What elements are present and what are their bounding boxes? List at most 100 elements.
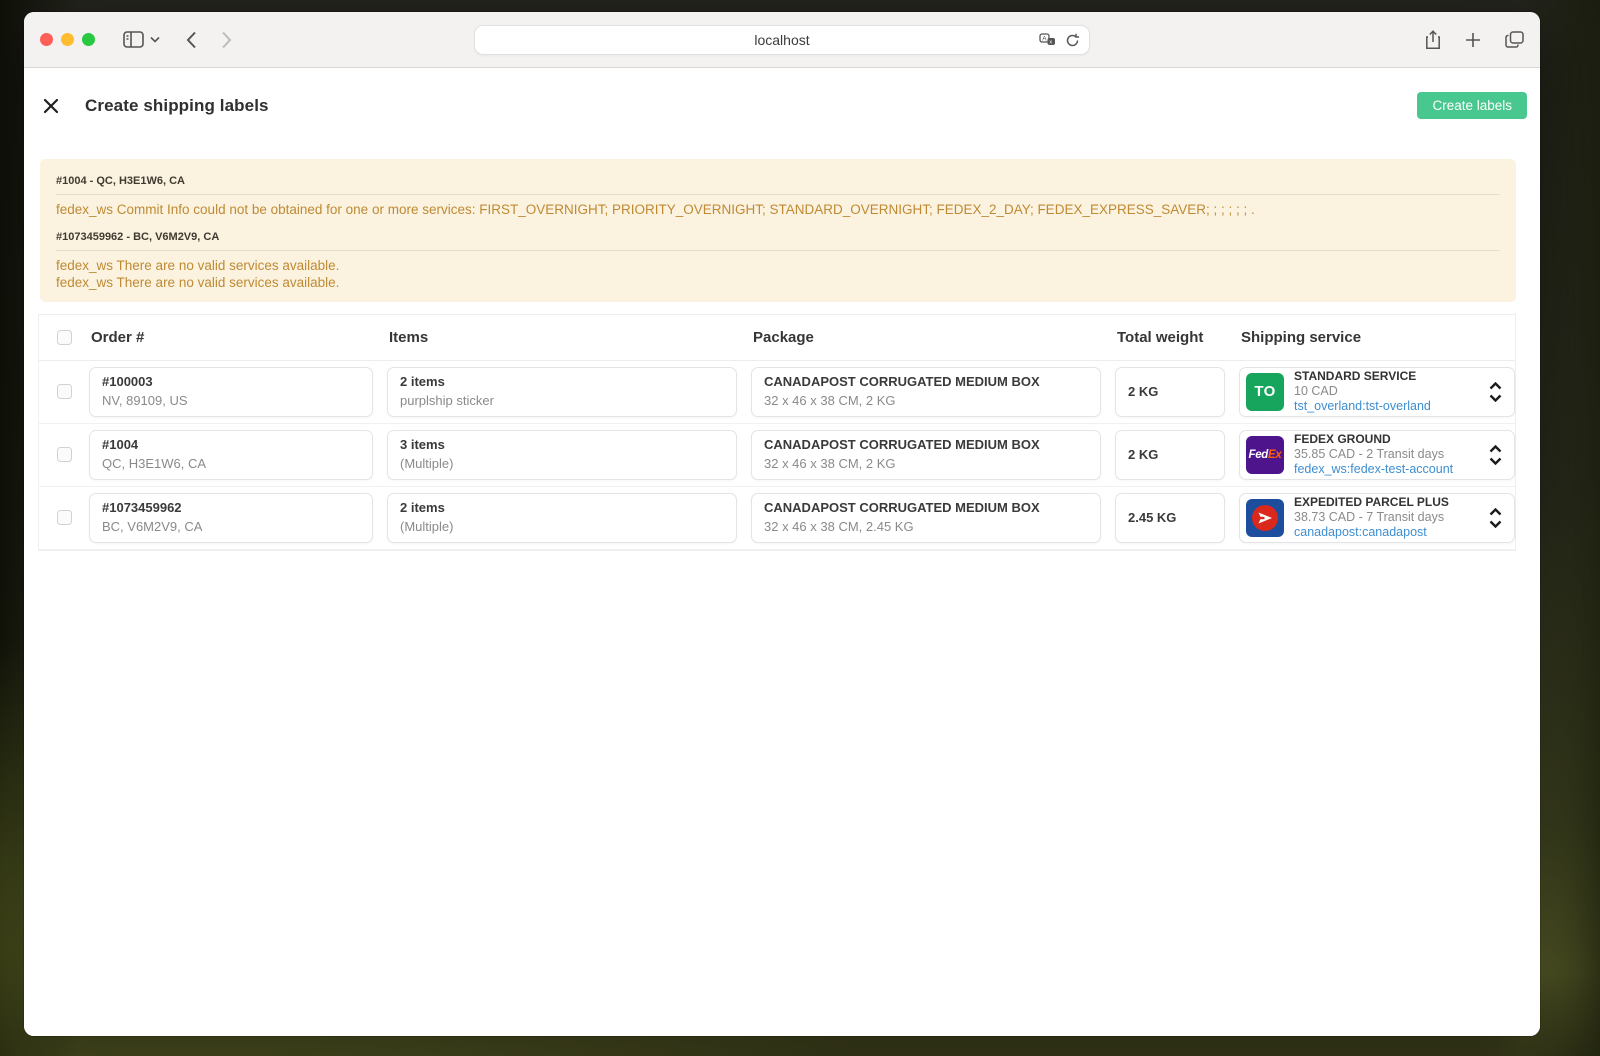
carrier-badge-text: TO <box>1254 383 1275 400</box>
forward-button[interactable] <box>221 31 232 49</box>
select-all-checkbox[interactable] <box>57 330 72 345</box>
table-header-row: Order # Items Package Total weight Shipp… <box>39 315 1515 361</box>
package-cell: CANADAPOST CORRUGATED MEDIUM BOX 32 x 46… <box>751 367 1101 417</box>
column-header-items: Items <box>387 329 751 346</box>
svg-text:A: A <box>1042 36 1047 43</box>
order-cell: #1073459962 BC, V6M2V9, CA <box>89 493 373 543</box>
sidebar-toggle-icon[interactable] <box>123 31 144 48</box>
canadapost-carrier-icon <box>1246 499 1284 537</box>
alert-message: fedex_ws There are no valid services ava… <box>56 258 1500 275</box>
alert-message: fedex_ws Commit Info could not be obtain… <box>56 202 1500 219</box>
total-weight-cell: 2 KG <box>1115 367 1225 417</box>
service-account-link[interactable]: canadapost:canadapost <box>1294 525 1449 541</box>
package-detail: 32 x 46 x 38 CM, 2 KG <box>764 392 1088 410</box>
service-account-link[interactable]: tst_overland:tst-overland <box>1294 399 1431 415</box>
package-name: CANADAPOST CORRUGATED MEDIUM BOX <box>764 373 1088 391</box>
browser-window: localhost A x <box>24 12 1540 1036</box>
items-detail: (Multiple) <box>400 455 724 473</box>
total-weight-value: 2 KG <box>1128 446 1158 464</box>
shipping-service-cell: EXPEDITED PARCEL PLUS 38.73 CAD - 7 Tran… <box>1239 493 1515 543</box>
tst-overland-carrier-icon: TO <box>1246 373 1284 411</box>
total-weight-value: 2 KG <box>1128 383 1158 401</box>
row-checkbox[interactable] <box>57 510 72 525</box>
tab-overview-icon[interactable] <box>1505 31 1524 48</box>
shipping-service-cell: TO STANDARD SERVICE 10 CAD tst_overland:… <box>1239 367 1515 417</box>
service-stepper <box>1483 445 1506 465</box>
package-cell: CANADAPOST CORRUGATED MEDIUM BOX 32 x 46… <box>751 430 1101 480</box>
order-number: #1073459962 <box>102 499 360 517</box>
total-weight-cell: 2.45 KG <box>1115 493 1225 543</box>
fedex-logo-fed: Fed <box>1248 449 1268 461</box>
package-detail: 32 x 46 x 38 CM, 2 KG <box>764 455 1088 473</box>
service-down-chevron-icon[interactable] <box>1489 520 1502 528</box>
items-count: 2 items <box>400 499 724 517</box>
items-count: 2 items <box>400 373 724 391</box>
items-count: 3 items <box>400 436 724 454</box>
fedex-carrier-icon: FedEx <box>1246 436 1284 474</box>
service-price: 38.73 CAD - 7 Transit days <box>1294 510 1449 526</box>
column-header-order: Order # <box>89 329 387 346</box>
table-row: #100003 NV, 89109, US 2 items purplship … <box>39 361 1515 424</box>
translate-icon[interactable]: A x <box>1039 33 1056 47</box>
service-up-chevron-icon[interactable] <box>1489 445 1502 453</box>
column-header-shipping-service: Shipping service <box>1239 329 1515 346</box>
address-bar-url[interactable]: localhost <box>754 32 809 48</box>
svg-text:x: x <box>1049 40 1052 46</box>
browser-toolbar: localhost A x <box>24 12 1540 68</box>
table-row: #1073459962 BC, V6M2V9, CA 2 items (Mult… <box>39 487 1515 550</box>
items-detail: purplship sticker <box>400 392 724 410</box>
service-account-link[interactable]: fedex_ws:fedex-test-account <box>1294 462 1453 478</box>
page-header: Create shipping labels Create labels <box>24 68 1540 141</box>
create-shipping-labels-page: Create shipping labels Create labels #10… <box>24 68 1540 1036</box>
order-cell: #100003 NV, 89109, US <box>89 367 373 417</box>
zoom-window-button[interactable] <box>82 33 95 46</box>
package-name: CANADAPOST CORRUGATED MEDIUM BOX <box>764 499 1088 517</box>
service-up-chevron-icon[interactable] <box>1489 382 1502 390</box>
order-cell: #1004 QC, H3E1W6, CA <box>89 430 373 480</box>
items-detail: (Multiple) <box>400 518 724 536</box>
row-checkbox[interactable] <box>57 447 72 462</box>
order-address: NV, 89109, US <box>102 392 360 410</box>
row-checkbox[interactable] <box>57 384 72 399</box>
orders-table: Order # Items Package Total weight Shipp… <box>38 314 1516 551</box>
fedex-logo-ex: Ex <box>1268 449 1281 461</box>
alert-block: #1004 - QC, H3E1W6, CA fedex_ws Commit I… <box>56 163 1500 219</box>
service-down-chevron-icon[interactable] <box>1489 394 1502 402</box>
share-icon[interactable] <box>1425 30 1441 50</box>
order-number: #1004 <box>102 436 360 454</box>
address-bar[interactable]: localhost A x <box>474 25 1090 55</box>
package-name: CANADAPOST CORRUGATED MEDIUM BOX <box>764 436 1088 454</box>
minimize-window-button[interactable] <box>61 33 74 46</box>
service-name: STANDARD SERVICE <box>1294 369 1431 384</box>
column-header-total-weight: Total weight <box>1115 329 1239 346</box>
service-price: 35.85 CAD - 2 Transit days <box>1294 447 1453 463</box>
service-stepper <box>1483 508 1506 528</box>
package-cell: CANADAPOST CORRUGATED MEDIUM BOX 32 x 46… <box>751 493 1101 543</box>
page-title: Create shipping labels <box>85 96 269 116</box>
sidebar-chevron-down-icon[interactable] <box>150 36 160 43</box>
items-cell: 3 items (Multiple) <box>387 430 737 480</box>
close-icon[interactable] <box>42 97 60 115</box>
service-stepper <box>1483 382 1506 402</box>
table-row: #1004 QC, H3E1W6, CA 3 items (Multiple) … <box>39 424 1515 487</box>
shipping-service-cell: FedEx FEDEX GROUND 35.85 CAD - 2 Transit… <box>1239 430 1515 480</box>
service-down-chevron-icon[interactable] <box>1489 457 1502 465</box>
alert-block: #1073459962 - BC, V6M2V9, CA fedex_ws Th… <box>56 219 1500 292</box>
order-address: BC, V6M2V9, CA <box>102 518 360 536</box>
alert-order-header: #1004 - QC, H3E1W6, CA <box>56 171 1500 195</box>
back-button[interactable] <box>186 31 197 49</box>
reload-icon[interactable] <box>1065 33 1080 48</box>
items-cell: 2 items (Multiple) <box>387 493 737 543</box>
service-up-chevron-icon[interactable] <box>1489 508 1502 516</box>
service-price: 10 CAD <box>1294 384 1431 400</box>
new-tab-icon[interactable] <box>1465 32 1481 48</box>
items-cell: 2 items purplship sticker <box>387 367 737 417</box>
total-weight-value: 2.45 KG <box>1128 509 1176 527</box>
close-window-button[interactable] <box>40 33 53 46</box>
window-controls <box>40 33 95 46</box>
alert-message: fedex_ws There are no valid services ava… <box>56 275 1500 292</box>
create-labels-button[interactable]: Create labels <box>1417 92 1527 119</box>
column-header-package: Package <box>751 329 1115 346</box>
warning-alerts: #1004 - QC, H3E1W6, CA fedex_ws Commit I… <box>40 159 1516 302</box>
service-name: FEDEX GROUND <box>1294 432 1453 447</box>
